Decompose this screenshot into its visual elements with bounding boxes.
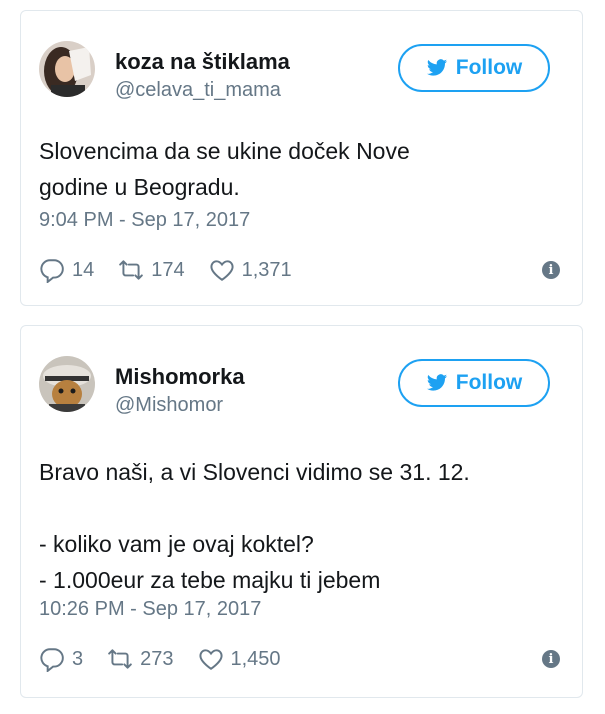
retweet-button[interactable]: 174 [118,257,185,283]
like-count: 1,371 [241,258,292,281]
retweet-icon [119,260,144,280]
tweet-text-line: Bravo naši, a vi Slovenci vidimo se 31. … [39,459,470,485]
tweet-card: koza na štiklama @celava_ti_mama Follow … [20,10,583,306]
follow-label: Follow [455,371,523,394]
retweet-count: 273 [140,647,174,670]
follow-button[interactable]: Follow [398,359,550,407]
display-name[interactable]: Mishomorka [115,364,245,390]
reply-count: 3 [72,647,84,670]
tweet-text-line: Slovencima da se ukine doček Nove [39,138,410,164]
user-handle[interactable]: @celava_ti_mama [115,79,281,102]
reply-button[interactable]: 3 [39,646,83,672]
timestamp[interactable]: 9:04 PM - Sep 17, 2017 [39,209,250,232]
info-icon[interactable]: i [542,261,560,279]
timestamp[interactable]: 10:26 PM - Sep 17, 2017 [39,598,261,621]
retweet-icon [108,649,132,669]
reply-button[interactable]: 14 [39,257,94,283]
tweet-text: Bravo naši, a vi Slovenci vidimo se 31. … [39,454,559,598]
avatar[interactable] [39,41,95,97]
reply-icon [40,259,64,283]
info-icon[interactable]: i [542,650,560,668]
bird-icon [426,374,447,391]
avatar[interactable] [39,356,95,412]
follow-label: Follow [455,56,523,79]
tweet-card: Mishomorka @Mishomor Follow Bravo naši, … [20,325,583,698]
tweet-text-line: godine u Beogradu. [39,174,240,200]
tweet-text: Slovencima da se ukine doček Nove godine… [39,133,559,205]
like-button[interactable]: 1,450 [198,646,281,672]
tweet-text-line: - 1.000eur za tebe majku ti jebem [39,567,381,593]
retweet-button[interactable]: 273 [107,646,174,672]
tweet-actions: 14 174 1,371 i [39,255,560,285]
heart-icon [198,649,223,670]
like-count: 1,450 [230,647,281,670]
like-button[interactable]: 1,371 [209,257,292,283]
bird-icon [426,59,447,76]
reply-count: 14 [72,258,95,281]
tweet-text-line: - koliko vam je ovaj koktel? [39,531,314,557]
display-name[interactable]: koza na štiklama [115,49,290,75]
retweet-count: 174 [151,258,185,281]
reply-icon [40,648,64,672]
tweet-text-line [39,490,559,526]
user-handle[interactable]: @Mishomor [115,394,223,417]
tweet-actions: 3 273 1,450 i [39,644,560,674]
follow-button[interactable]: Follow [398,44,550,92]
heart-icon [210,260,234,281]
